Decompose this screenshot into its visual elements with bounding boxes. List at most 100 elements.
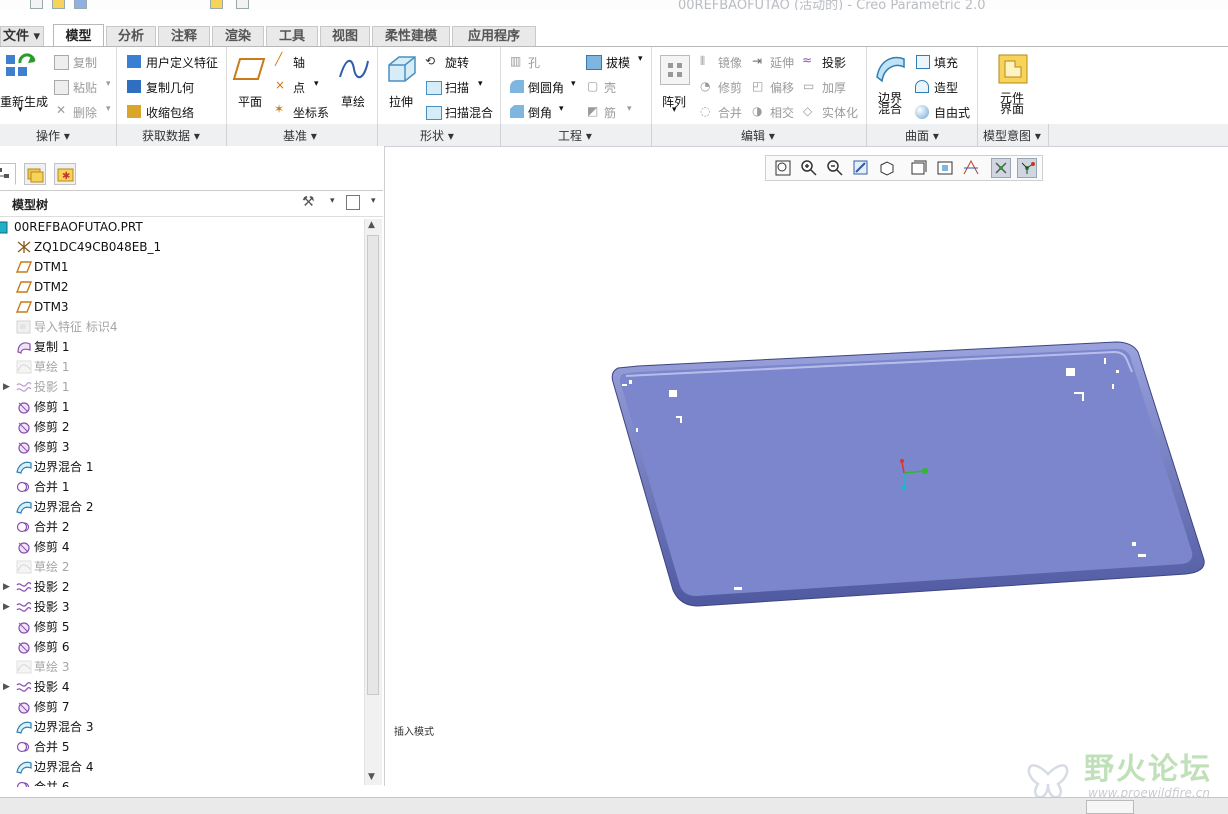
settings-dropdown-icon[interactable]: ▾ [330, 196, 335, 206]
tree-node[interactable]: 修剪 4 [0, 537, 360, 557]
revolve-button[interactable]: 旋转 [445, 54, 469, 71]
tree-node[interactable]: 边界混合 4 [0, 757, 360, 777]
scroll-up-icon[interactable]: ▲ [368, 220, 375, 230]
rib-dropdown-icon[interactable]: ▾ [627, 104, 632, 114]
offset-button[interactable]: 偏移 [770, 79, 794, 96]
tab-model[interactable]: 模型 [53, 24, 104, 47]
tab-applications[interactable]: 应用程序 [452, 26, 536, 46]
group-engineering[interactable]: 工程 ▾ [558, 127, 592, 144]
boundary-blend-icon[interactable] [874, 53, 906, 83]
sketch-icon[interactable] [338, 55, 370, 83]
datum-display-icon[interactable] [961, 158, 981, 178]
status-field[interactable] [1086, 800, 1134, 814]
tree-node[interactable]: ▶ 投影 2 [0, 577, 360, 597]
expand-arrow-icon[interactable]: ▶ [3, 597, 10, 617]
rib-button[interactable]: 筋 [604, 104, 616, 121]
view-manager-icon[interactable] [935, 158, 955, 178]
round-dropdown-icon[interactable]: ▾ [571, 79, 576, 89]
tree-node[interactable]: 边界混合 1 [0, 457, 360, 477]
swept-blend-button[interactable]: 扫描混合 [445, 104, 493, 121]
component-interface-button[interactable]: 元件 界面 [1000, 92, 1024, 115]
tree-node[interactable]: DTM2 [0, 277, 360, 297]
open-file-icon[interactable] [52, 0, 65, 9]
axis-button[interactable]: 轴 [293, 54, 305, 71]
csys-button[interactable]: 坐标系 [293, 104, 329, 121]
tree-node[interactable]: ▶ 投影 3 [0, 597, 360, 617]
paste-dropdown-icon[interactable]: ▾ [106, 79, 111, 89]
tab-render[interactable]: 渲染 [212, 26, 264, 46]
group-shapes[interactable]: 形状 ▾ [420, 127, 454, 144]
show-dropdown-icon[interactable]: ▾ [371, 196, 376, 206]
tree-node[interactable]: 00REFBAOFUTAO.PRT [0, 217, 360, 237]
tree-node[interactable]: 草绘 1 [0, 357, 360, 377]
draft-button[interactable]: 拔模 [606, 54, 630, 71]
shrinkwrap-button[interactable]: 收缩包络 [146, 104, 194, 121]
tab-file[interactable]: 文件 ▾ [0, 26, 44, 46]
group-get-data[interactable]: 获取数据 ▾ [142, 127, 200, 144]
repaint-icon[interactable] [851, 158, 871, 178]
chamfer-button[interactable]: 倒角 [528, 104, 552, 121]
folder-browser-tab-icon[interactable] [24, 163, 46, 185]
style-button[interactable]: 造型 [934, 79, 958, 96]
refit-icon[interactable] [773, 158, 793, 178]
tab-annotate[interactable]: 注释 [158, 26, 210, 46]
graphics-window[interactable]: 插入模式 [386, 182, 1228, 794]
tree-node[interactable]: 修剪 2 [0, 417, 360, 437]
tree-node[interactable]: DTM3 [0, 297, 360, 317]
tree-node[interactable]: 合并 1 [0, 477, 360, 497]
tab-tools[interactable]: 工具 [266, 26, 318, 46]
group-model-intent[interactable]: 模型意图 ▾ [983, 127, 1041, 144]
paste-button[interactable]: 粘贴 [73, 79, 97, 96]
tree-node[interactable]: 修剪 3 [0, 437, 360, 457]
csys-display-icon[interactable] [1017, 158, 1037, 178]
save-icon[interactable] [74, 0, 87, 9]
sketch-button[interactable]: 草绘 [341, 93, 365, 110]
tree-node[interactable]: ▶ 投影 4 [0, 677, 360, 697]
tree-node[interactable]: 草绘 3 [0, 657, 360, 677]
tree-node[interactable]: 复制 1 [0, 337, 360, 357]
intersect-button[interactable]: 相交 [770, 104, 794, 121]
tree-node[interactable]: ▶ 投影 1 [0, 377, 360, 397]
tree-node[interactable]: 修剪 1 [0, 397, 360, 417]
model-tree-scrollbar[interactable]: ▲ ▼ [364, 219, 382, 785]
favorites-tab-icon[interactable]: ✱ [54, 163, 76, 185]
hole-button[interactable]: 孔 [528, 54, 540, 71]
delete-button[interactable]: 删除 [73, 104, 97, 121]
tab-analysis[interactable]: 分析 [106, 26, 156, 46]
merge-button[interactable]: 合并 [718, 104, 742, 121]
tree-node[interactable]: 修剪 5 [0, 617, 360, 637]
tree-node[interactable]: ZQ1DC49CB048EB_1 [0, 237, 360, 257]
window-icon[interactable] [210, 0, 223, 9]
tree-node[interactable]: 草绘 2 [0, 557, 360, 577]
group-surfaces[interactable]: 曲面 ▾ [905, 127, 939, 144]
extend-button[interactable]: 延伸 [770, 54, 794, 71]
tree-node[interactable]: 合并 2 [0, 517, 360, 537]
plane-icon[interactable] [232, 55, 266, 83]
spin-center-icon[interactable] [991, 158, 1011, 178]
sweep-button[interactable]: 扫描 [445, 79, 469, 96]
point-dropdown-icon[interactable]: ▾ [314, 79, 319, 89]
trim-button[interactable]: 修剪 [718, 79, 742, 96]
tree-node[interactable]: 修剪 6 [0, 637, 360, 657]
udf-button[interactable]: 用户定义特征 [146, 54, 218, 71]
draft-dropdown-icon[interactable]: ▾ [638, 54, 643, 64]
tree-node[interactable]: 导入特征 标识4 [0, 317, 360, 337]
display-style-icon[interactable] [909, 158, 929, 178]
delete-dropdown-icon[interactable]: ▾ [106, 104, 111, 114]
chamfer-dropdown-icon[interactable]: ▾ [559, 104, 564, 114]
solidify-button[interactable]: 实体化 [822, 104, 858, 121]
fill-button[interactable]: 填充 [934, 54, 958, 71]
group-operations[interactable]: 操作 ▾ [36, 127, 70, 144]
scroll-thumb[interactable] [367, 235, 379, 695]
settings-icon[interactable]: ⚒ [302, 194, 315, 210]
sweep-dropdown-icon[interactable]: ▾ [478, 79, 483, 89]
tree-node[interactable]: 边界混合 3 [0, 717, 360, 737]
regenerate-button[interactable]: 重新生成 [0, 93, 48, 110]
tree-node[interactable]: 修剪 7 [0, 697, 360, 717]
show-menu-icon[interactable] [346, 195, 360, 210]
regenerate-icon[interactable] [4, 53, 38, 83]
extrude-button[interactable]: 拉伸 [389, 93, 413, 110]
copy-geometry-button[interactable]: 复制几何 [146, 79, 194, 96]
copy-button[interactable]: 复制 [73, 54, 97, 71]
regenerate-dropdown-icon[interactable]: ▾ [18, 105, 23, 115]
